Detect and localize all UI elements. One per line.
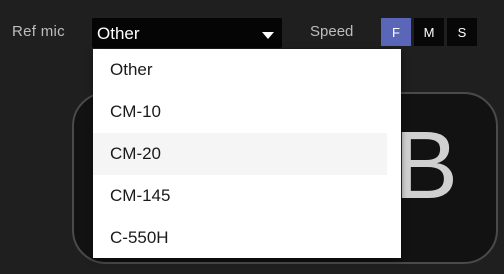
- dropdown-option-cm-145[interactable]: CM-145: [93, 175, 387, 217]
- ref-mic-selected-value: Other: [97, 24, 140, 43]
- speed-medium-button[interactable]: M: [414, 18, 444, 46]
- speed-fast-button[interactable]: F: [381, 18, 411, 46]
- dropdown-option-other[interactable]: Other: [93, 49, 387, 91]
- ref-mic-select[interactable]: Other: [92, 18, 282, 48]
- ref-mic-label: Ref mic: [12, 23, 65, 40]
- toolbar: Ref mic Other Speed F M S: [0, 0, 504, 48]
- chevron-down-icon[interactable]: [262, 32, 274, 39]
- dropdown-scrollbar[interactable]: [387, 49, 401, 258]
- speed-label: Speed: [310, 23, 354, 40]
- dropdown-option-cm-10[interactable]: CM-10: [93, 91, 387, 133]
- speed-slow-button[interactable]: S: [447, 18, 477, 46]
- weighting-letter: B: [394, 112, 459, 219]
- ref-mic-dropdown-list[interactable]: Other CM-10 CM-20 CM-145 C-550H: [93, 49, 401, 258]
- dropdown-option-cm-20[interactable]: CM-20: [93, 133, 387, 175]
- dropdown-option-c-550h[interactable]: C-550H: [93, 217, 387, 259]
